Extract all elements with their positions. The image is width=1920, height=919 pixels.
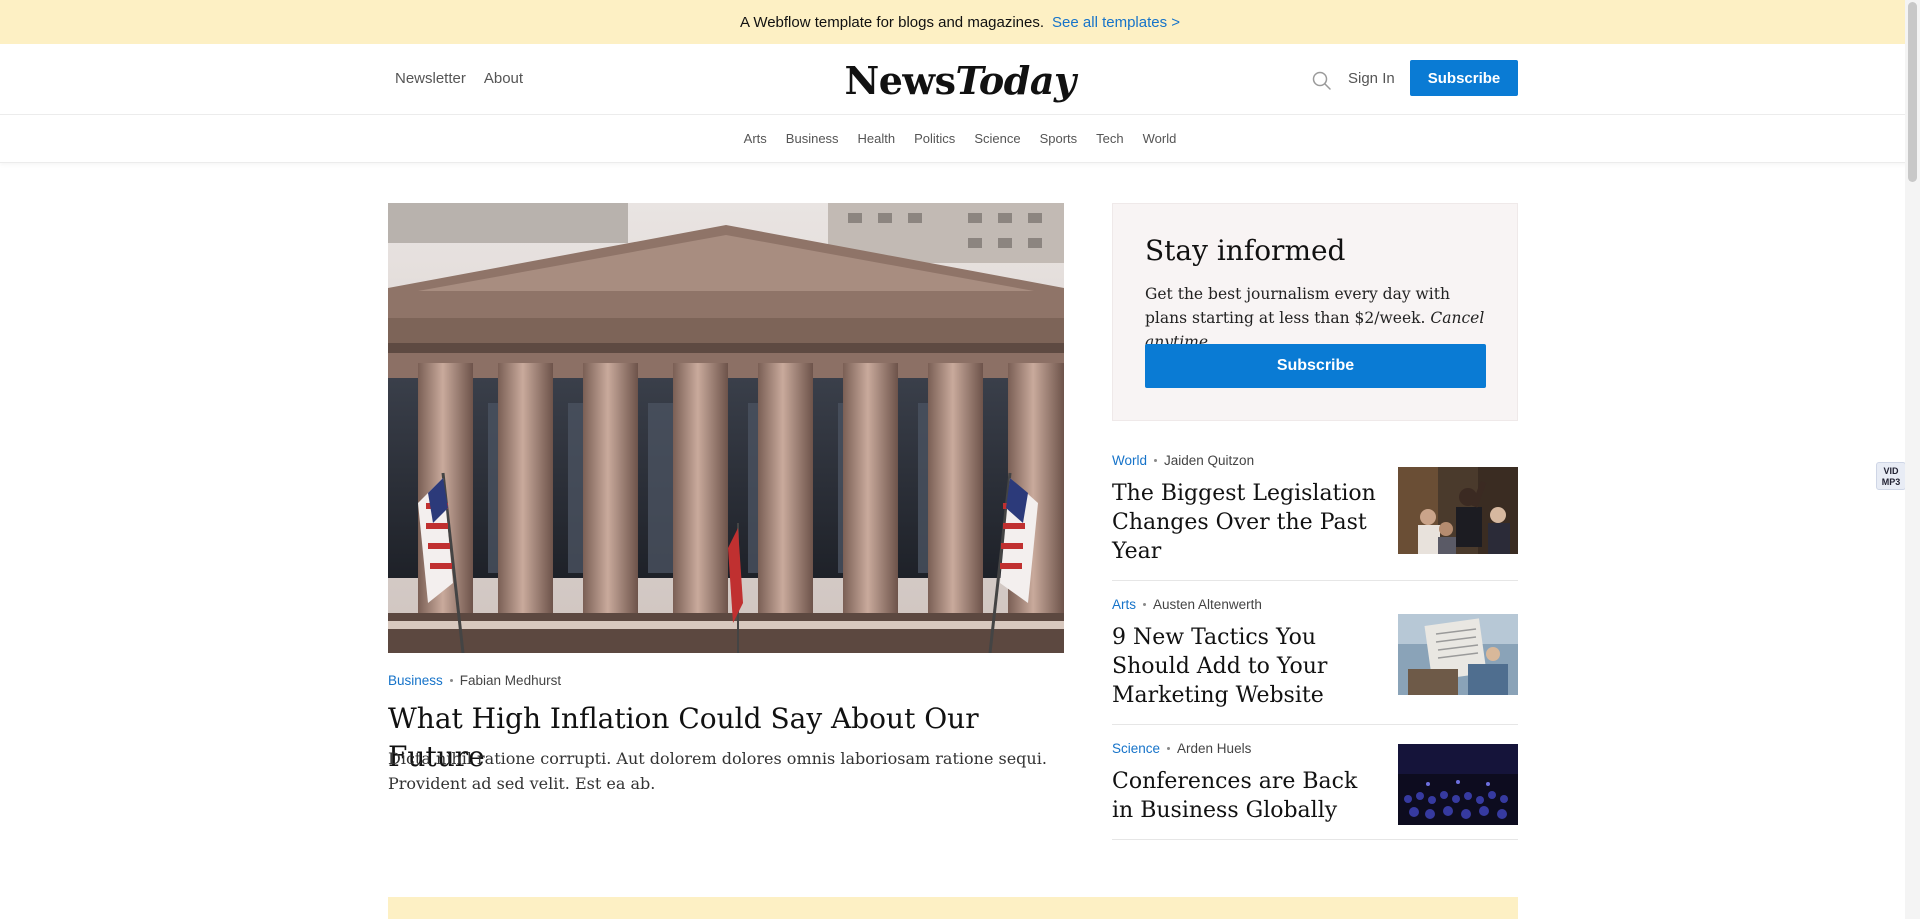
article-meta: Arts Austen Altenwerth — [1112, 597, 1262, 612]
bottom-banner-section — [388, 897, 1518, 919]
article-card[interactable]: Arts Austen Altenwerth 9 New Tactics You… — [1112, 597, 1518, 725]
article-author: Austen Altenwerth — [1153, 597, 1262, 612]
legislation-photo — [1398, 467, 1518, 554]
category-link-business[interactable]: Business — [786, 131, 839, 146]
site-logo[interactable]: NewsToday — [0, 58, 1920, 103]
category-link-sports[interactable]: Sports — [1040, 131, 1078, 146]
conference-photo — [1398, 744, 1518, 825]
article-category-link[interactable]: Arts — [1112, 597, 1136, 612]
category-link-tech[interactable]: Tech — [1096, 131, 1123, 146]
meta-separator — [1154, 459, 1158, 462]
article-title-link[interactable]: The Biggest Legislation Changes Over the… — [1112, 479, 1382, 566]
site-header: Newsletter About NewsToday Sign In Subsc… — [0, 44, 1920, 115]
search-icon[interactable] — [1311, 70, 1333, 92]
see-all-templates-link[interactable]: See all templates > — [1052, 14, 1180, 31]
article-category-link[interactable]: Science — [1112, 741, 1160, 756]
article-meta: World Jaiden Quitzon — [1112, 453, 1254, 468]
page-scrollbar[interactable] — [1905, 0, 1920, 919]
category-link-science[interactable]: Science — [974, 131, 1020, 146]
promo-title: Stay informed — [1145, 234, 1346, 267]
article-card[interactable]: World Jaiden Quitzon The Biggest Legisla… — [1112, 453, 1518, 581]
meta-separator — [1167, 747, 1171, 750]
category-nav: Arts Business Health Politics Science Sp… — [0, 115, 1920, 163]
hero-image[interactable] — [388, 203, 1064, 653]
logo-today: Today — [955, 58, 1076, 103]
article-meta: Science Arden Huels — [1112, 741, 1251, 756]
subscribe-button-promo[interactable]: Subscribe — [1145, 344, 1486, 388]
article-title-link[interactable]: 9 New Tactics You Should Add to Your Mar… — [1112, 623, 1382, 710]
category-link-politics[interactable]: Politics — [914, 131, 955, 146]
banner-text: A Webflow template for blogs and magazin… — [739, 13, 1045, 31]
category-link-health[interactable]: Health — [858, 131, 896, 146]
stock-exchange-illustration — [388, 203, 1064, 653]
category-link-arts[interactable]: Arts — [744, 131, 767, 146]
announcement-banner: A Webflow template for blogs and magazin… — [0, 0, 1920, 44]
meta-separator — [449, 679, 453, 682]
search-icon-graphic — [1312, 71, 1331, 90]
article-author: Jaiden Quitzon — [1164, 453, 1255, 468]
hero-author: Fabian Medhurst — [459, 673, 562, 688]
subscribe-button-header[interactable]: Subscribe — [1410, 60, 1518, 96]
article-title-link[interactable]: Conferences are Back in Business Globall… — [1112, 767, 1382, 825]
article-card[interactable]: Science Arden Huels Conferences are Back… — [1112, 741, 1518, 840]
sign-in-link[interactable]: Sign In — [1348, 70, 1395, 87]
newspaper-reader-photo — [1398, 614, 1518, 695]
hero-excerpt: Dicta nihil ratione corrupti. Aut dolore… — [388, 749, 1047, 793]
meta-separator — [1143, 603, 1147, 606]
badge-line-2: MP3 — [1881, 477, 1901, 487]
promo-text-main: Get the best journalism every day with p… — [1145, 285, 1450, 327]
scrollbar-thumb[interactable] — [1908, 2, 1917, 182]
category-link-world[interactable]: World — [1143, 131, 1177, 146]
hero-category-link[interactable]: Business — [388, 673, 443, 688]
article-category-link[interactable]: World — [1112, 453, 1147, 468]
video-download-extension-icon[interactable]: VID MP3 — [1876, 462, 1906, 490]
logo-news: News — [844, 58, 956, 103]
article-author: Arden Huels — [1177, 741, 1252, 756]
article-thumbnail[interactable] — [1398, 614, 1518, 695]
hero-meta: Business Fabian Medhurst — [388, 673, 561, 688]
subscribe-promo-card: Stay informed Get the best journalism ev… — [1112, 203, 1518, 421]
article-thumbnail[interactable] — [1398, 467, 1518, 554]
article-thumbnail[interactable] — [1398, 744, 1518, 825]
badge-line-1: VID — [1883, 466, 1899, 476]
